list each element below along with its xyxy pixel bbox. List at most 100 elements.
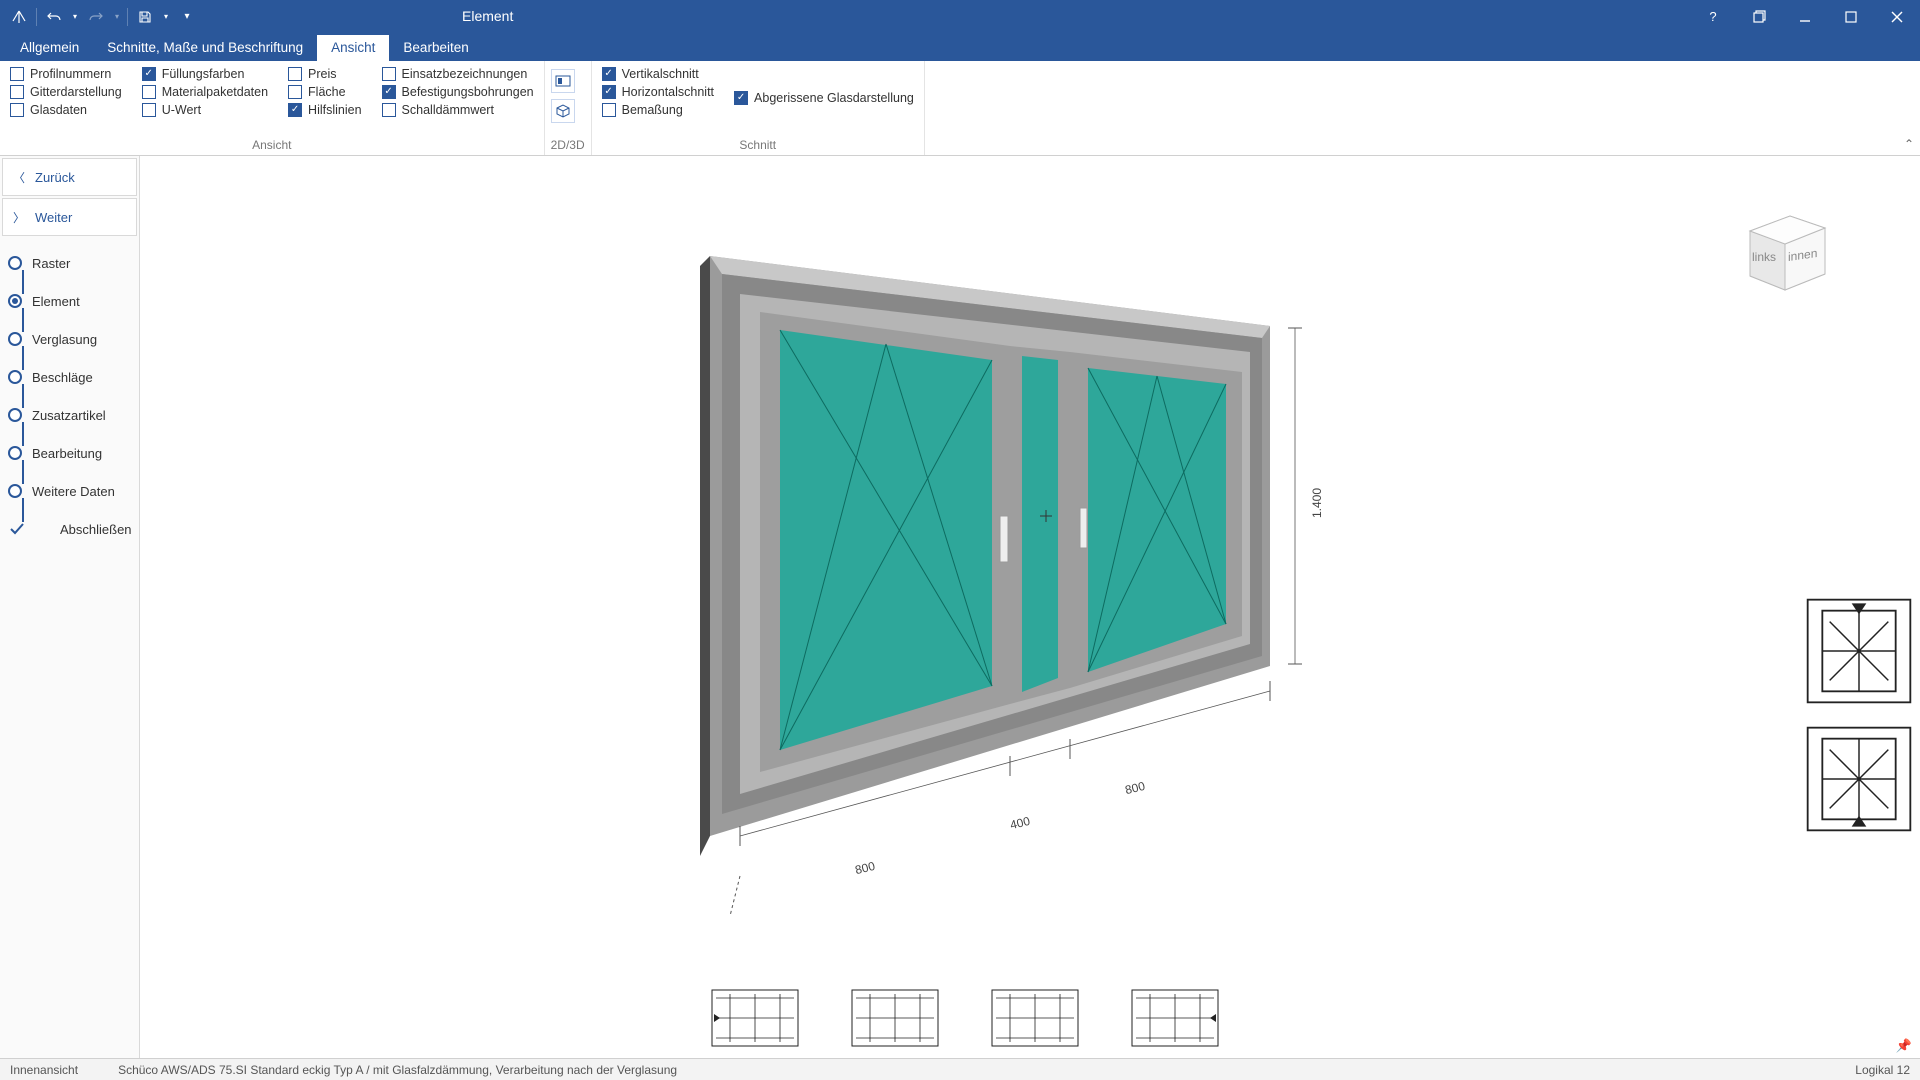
save-dropdown-icon[interactable]: ▾	[160, 4, 172, 30]
step-dot	[8, 370, 22, 384]
status-center: Schüco AWS/ADS 75.SI Standard eckig Typ …	[118, 1063, 677, 1077]
step-label: Beschläge	[32, 370, 93, 385]
checkbox-label: U-Wert	[162, 103, 201, 117]
step-beschl-ge[interactable]: Beschläge	[8, 358, 139, 396]
checkbox-profilnummern[interactable]: Profilnummern	[10, 67, 122, 81]
undo-icon[interactable]	[41, 4, 67, 30]
checkbox-abgerissene-glasdarstellung[interactable]: Abgerissene Glasdarstellung	[734, 91, 914, 105]
checkbox-materialpaketdaten[interactable]: Materialpaketdaten	[142, 85, 268, 99]
checkbox-box[interactable]	[734, 91, 748, 105]
checkbox-label: Horizontalschnitt	[622, 85, 714, 99]
collapse-ribbon-icon[interactable]: ⌃	[1904, 137, 1914, 151]
checkbox-schalld-mmwert[interactable]: Schalldämmwert	[382, 103, 534, 117]
checkbox-horizontalschnitt[interactable]: Horizontalschnitt	[602, 85, 714, 99]
checkbox-gitterdarstellung[interactable]: Gitterdarstellung	[10, 85, 122, 99]
chevron-right-icon: 〉	[13, 209, 25, 226]
checkbox-box[interactable]	[10, 103, 24, 117]
step-element[interactable]: Element	[8, 282, 139, 320]
profile-thumb[interactable]	[990, 988, 1080, 1048]
step-bearbeitung[interactable]: Bearbeitung	[8, 434, 139, 472]
checkbox-box[interactable]	[142, 67, 156, 81]
minimize-button[interactable]	[1782, 0, 1828, 33]
checkbox-f-llungsfarben[interactable]: Füllungsfarben	[142, 67, 268, 81]
checkbox-fl-che[interactable]: Fläche	[288, 85, 362, 99]
back-button[interactable]: 〈Zurück	[2, 158, 137, 196]
checkbox-box[interactable]	[602, 103, 616, 117]
checkbox-box[interactable]	[382, 67, 396, 81]
profile-thumb[interactable]	[1804, 724, 1914, 834]
checkbox-bema-ung[interactable]: Bemaßung	[602, 103, 714, 117]
step-zusatzartikel[interactable]: Zusatzartikel	[8, 396, 139, 434]
checkbox-box[interactable]	[382, 85, 396, 99]
step-label: Bearbeitung	[32, 446, 102, 461]
redo-icon[interactable]	[83, 4, 109, 30]
dimension-height: 1.400	[1310, 488, 1324, 518]
checkbox-box[interactable]	[602, 67, 616, 81]
checkbox-einsatzbezeichnungen[interactable]: Einsatzbezeichnungen	[382, 67, 534, 81]
checkbox-box[interactable]	[382, 103, 396, 117]
checkbox-box[interactable]	[10, 85, 24, 99]
chevron-left-icon: 〈	[13, 169, 25, 186]
maximize-button[interactable]	[1828, 0, 1874, 33]
step-verglasung[interactable]: Verglasung	[8, 320, 139, 358]
cube-face-left: links	[1752, 250, 1776, 264]
tab-bearbeiten[interactable]: Bearbeiten	[389, 35, 482, 61]
checkbox-befestigungsbohrungen[interactable]: Befestigungsbohrungen	[382, 85, 534, 99]
checkbox-label: Abgerissene Glasdarstellung	[754, 91, 914, 105]
restore-window-icon[interactable]	[1736, 0, 1782, 33]
section-profiles-horizontal	[710, 988, 1220, 1048]
tab-ansicht[interactable]: Ansicht	[317, 35, 389, 61]
checkbox-vertikalschnitt[interactable]: Vertikalschnitt	[602, 67, 714, 81]
checkbox-box[interactable]	[288, 103, 302, 117]
step-label: Abschließen	[60, 522, 132, 537]
close-button[interactable]	[1874, 0, 1920, 33]
profile-thumb[interactable]	[710, 988, 800, 1048]
step-weitere-daten[interactable]: Weitere Daten	[8, 472, 139, 510]
checkbox-label: Füllungsfarben	[162, 67, 245, 81]
checkbox-label: Materialpaketdaten	[162, 85, 268, 99]
step-abschlie-en[interactable]: Abschließen	[8, 510, 139, 548]
profile-thumb[interactable]	[850, 988, 940, 1048]
viewport-3d[interactable]: 800 400 800 1.400 links innen �	[140, 156, 1920, 1058]
view-3d-button[interactable]	[551, 99, 575, 123]
redo-dropdown-icon[interactable]: ▾	[111, 4, 123, 30]
step-label: Zusatzartikel	[32, 408, 106, 423]
profile-thumb[interactable]	[1130, 988, 1220, 1048]
window-controls: ?	[1690, 0, 1920, 33]
view-2d-button[interactable]	[551, 69, 575, 93]
checkbox-label: Einsatzbezeichnungen	[402, 67, 528, 81]
checkbox-box[interactable]	[142, 103, 156, 117]
forward-button[interactable]: 〉Weiter	[2, 198, 137, 236]
checkbox-box[interactable]	[602, 85, 616, 99]
ribbon-group-2d3d: 2D/3D	[545, 61, 592, 155]
quick-access-toolbar: ▾ ▾ ▾ ▾	[0, 0, 206, 33]
checkbox-box[interactable]	[288, 67, 302, 81]
profile-thumb[interactable]	[1804, 596, 1914, 706]
step-dot	[8, 294, 22, 308]
checkbox-label: Preis	[308, 67, 336, 81]
status-bar: Innenansicht Schüco AWS/ADS 75.SI Standa…	[0, 1058, 1920, 1080]
view-cube[interactable]: links innen	[1730, 206, 1830, 301]
checkbox-box[interactable]	[288, 85, 302, 99]
status-right: Logikal 12	[1855, 1063, 1910, 1077]
tab-allgemein[interactable]: Allgemein	[6, 35, 93, 61]
tab-schnitte[interactable]: Schnitte, Maße und Beschriftung	[93, 35, 317, 61]
help-button[interactable]: ?	[1690, 0, 1736, 33]
qat-customize-icon[interactable]: ▾	[174, 4, 200, 30]
checkbox-hilfslinien[interactable]: Hilfslinien	[288, 103, 362, 117]
step-dot	[8, 446, 22, 460]
step-raster[interactable]: Raster	[8, 244, 139, 282]
ribbon-group-ansicht: Profilnummern Gitterdarstellung Glasdaten F…	[0, 61, 545, 155]
step-dot	[8, 256, 22, 270]
checkbox-box[interactable]	[142, 85, 156, 99]
undo-dropdown-icon[interactable]: ▾	[69, 4, 81, 30]
checkbox-u-wert[interactable]: U-Wert	[142, 103, 268, 117]
save-icon[interactable]	[132, 4, 158, 30]
context-tab-element[interactable]: Element	[444, 2, 531, 33]
checkbox-preis[interactable]: Preis	[288, 67, 362, 81]
wizard-sidebar: 〈Zurück 〉Weiter RasterElementVerglasung B…	[0, 156, 140, 1058]
pin-icon[interactable]: 📌	[1896, 1038, 1912, 1054]
checkbox-glasdaten[interactable]: Glasdaten	[10, 103, 122, 117]
checkbox-box[interactable]	[10, 67, 24, 81]
nav-icon[interactable]	[6, 4, 32, 30]
